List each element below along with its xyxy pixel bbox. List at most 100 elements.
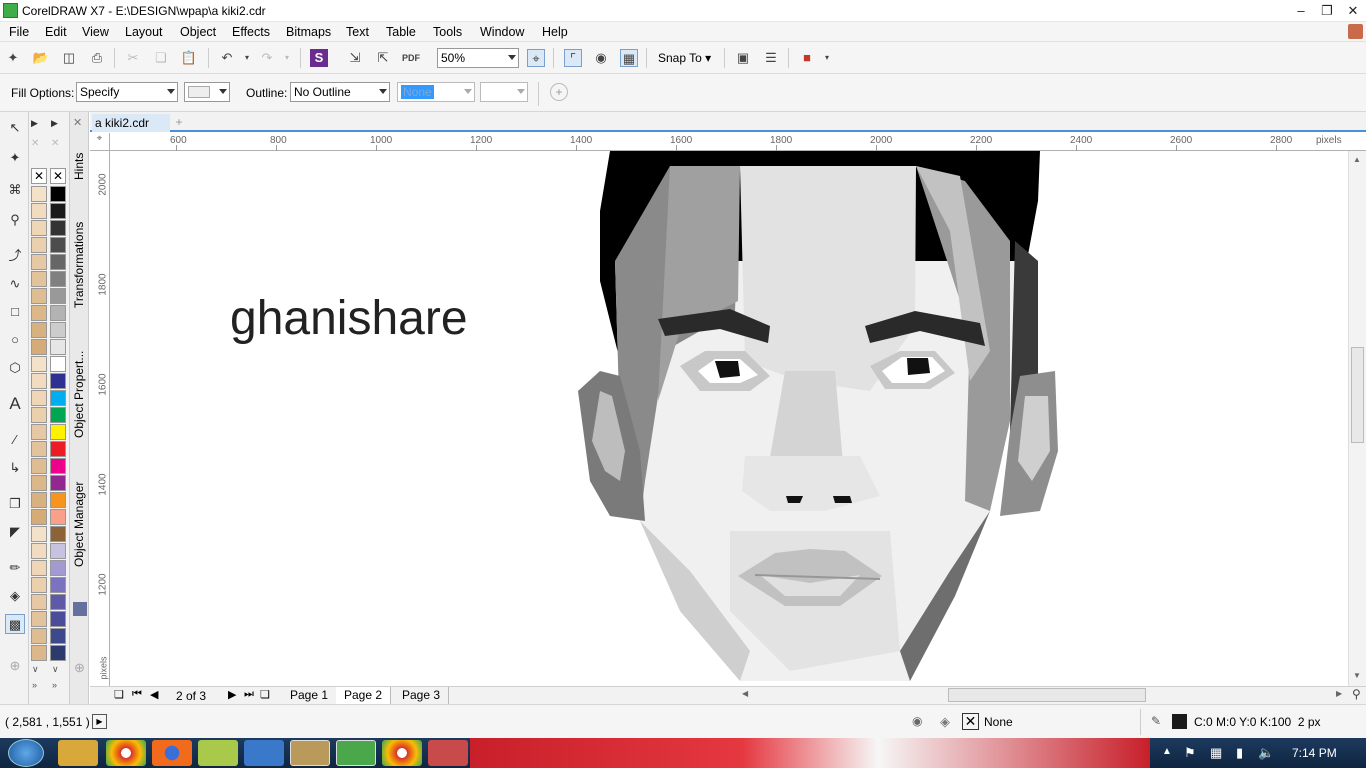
undo-icon[interactable]: ↶ xyxy=(218,49,236,67)
document-color-swatch[interactable] xyxy=(31,271,47,287)
vertical-scroll-thumb[interactable] xyxy=(1351,347,1364,443)
redo-dropdown-icon[interactable]: ▾ xyxy=(278,49,296,67)
status-arrow-icon[interactable]: ▶ xyxy=(92,714,107,729)
battery-icon[interactable]: ▮ xyxy=(1236,745,1243,761)
document-color-swatch[interactable] xyxy=(31,305,47,321)
corelconnect-icon[interactable]: S xyxy=(310,49,328,67)
document-color-swatch[interactable] xyxy=(31,543,47,559)
parallel-dimension-icon[interactable]: ∕ xyxy=(5,430,25,450)
close-button[interactable]: ✕ xyxy=(1340,2,1366,20)
page-tab-2-active[interactable]: Page 2 xyxy=(336,687,392,704)
palette-color-swatch[interactable] xyxy=(50,424,66,440)
document-color-swatch[interactable] xyxy=(31,424,47,440)
add-icon[interactable]: + xyxy=(550,83,568,101)
document-color-swatch[interactable] xyxy=(31,339,47,355)
eyedropper-icon[interactable]: ✕ xyxy=(51,138,59,149)
coreldraw-taskbar-icon[interactable] xyxy=(336,740,376,766)
menu-table[interactable]: Table xyxy=(386,25,416,39)
document-color-swatch[interactable] xyxy=(31,288,47,304)
color-eyedropper-icon[interactable]: ✏ xyxy=(5,558,25,578)
palette-color-swatch[interactable] xyxy=(50,373,66,389)
open-icon[interactable]: 📂 xyxy=(32,49,50,67)
palette-scroll-up-icon[interactable]: ▶ xyxy=(31,118,38,129)
outline-pen-icon[interactable]: ✎ xyxy=(1151,714,1161,728)
cut-icon[interactable]: ✂ xyxy=(124,49,142,67)
palette-expand-icon[interactable]: » xyxy=(32,680,37,690)
show-hidden-icons[interactable]: ▲ xyxy=(1162,746,1172,757)
palette-color-swatch[interactable] xyxy=(50,186,66,202)
undo-dropdown-icon[interactable]: ▾ xyxy=(238,49,256,67)
chrome-taskbar-icon-2[interactable] xyxy=(382,740,422,766)
outline-color-picker[interactable] xyxy=(480,82,528,102)
export-icon[interactable]: ⇱ xyxy=(374,49,392,67)
palette-color-swatch[interactable] xyxy=(50,611,66,627)
minimize-button[interactable]: – xyxy=(1288,2,1314,20)
document-color-swatch[interactable] xyxy=(31,458,47,474)
eyedropper-icon[interactable]: ✕ xyxy=(31,138,39,149)
document-color-swatch[interactable] xyxy=(31,560,47,576)
rulers-icon[interactable]: ⌜ xyxy=(564,49,582,67)
hscroll-right-icon[interactable]: ▶ xyxy=(1336,689,1342,698)
vertical-scrollbar[interactable]: ▲ ▼ xyxy=(1348,151,1366,686)
print-icon[interactable]: ⎙ xyxy=(88,49,106,67)
explorer-taskbar-icon[interactable] xyxy=(58,740,98,766)
ruler-origin[interactable]: ⌖ xyxy=(90,133,110,151)
document-color-swatch[interactable] xyxy=(31,356,47,372)
menu-effects[interactable]: Effects xyxy=(232,25,270,39)
add-docker-icon[interactable]: ⊕ xyxy=(74,660,85,676)
palette-scroll-down-icon[interactable]: ∨ xyxy=(32,664,39,675)
volume-icon[interactable]: 🔈 xyxy=(1258,745,1274,761)
page-tab-3[interactable]: Page 3 xyxy=(394,687,450,704)
document-color-swatch[interactable] xyxy=(31,390,47,406)
insert-page-before-icon[interactable]: ❏ xyxy=(114,688,124,701)
prev-page-icon[interactable]: ◀ xyxy=(150,688,158,701)
fill-color-picker[interactable] xyxy=(184,82,230,102)
palette-color-swatch[interactable] xyxy=(50,254,66,270)
pick-tool-icon[interactable]: ↖ xyxy=(5,118,25,138)
welcome-screen-icon[interactable]: ▣ xyxy=(734,49,752,67)
document-color-swatch[interactable] xyxy=(31,492,47,508)
scroll-down-icon[interactable]: ▼ xyxy=(1353,671,1361,680)
last-page-icon[interactable]: ⏭ xyxy=(244,688,254,701)
palette-color-swatch[interactable] xyxy=(50,203,66,219)
document-color-swatch[interactable] xyxy=(31,373,47,389)
palette-color-swatch[interactable] xyxy=(50,356,66,372)
palette-color-swatch[interactable] xyxy=(50,526,66,542)
menu-tools[interactable]: Tools xyxy=(433,25,462,39)
document-color-swatch[interactable] xyxy=(31,594,47,610)
docker-tab-object-properties[interactable]: Object Propert... xyxy=(72,351,86,438)
show-grid-icon[interactable]: ◉ xyxy=(592,49,610,67)
menu-view[interactable]: View xyxy=(82,25,109,39)
smart-fill-icon[interactable]: ▩ xyxy=(5,614,25,634)
polygon-tool-icon[interactable]: ⬡ xyxy=(5,358,25,378)
no-color-swatch[interactable]: ✕ xyxy=(31,168,47,184)
palette-color-swatch[interactable] xyxy=(50,339,66,355)
palette-scroll-up-icon[interactable]: ▶ xyxy=(51,118,58,129)
document-color-swatch[interactable] xyxy=(31,611,47,627)
doc-tab-active[interactable]: a kiki2.cdr xyxy=(92,114,170,132)
docker-tab-object-manager[interactable]: Object Manager xyxy=(72,482,86,567)
document-color-swatch[interactable] xyxy=(31,186,47,202)
palette-color-swatch[interactable] xyxy=(50,560,66,576)
palette-color-swatch[interactable] xyxy=(50,271,66,287)
drawing-canvas[interactable]: ghanishare xyxy=(110,151,1348,686)
document-color-swatch[interactable] xyxy=(31,645,47,661)
start-button-icon[interactable] xyxy=(8,739,44,767)
new-tab-icon[interactable]: + xyxy=(170,114,188,130)
document-color-swatch[interactable] xyxy=(31,203,47,219)
menu-help[interactable]: Help xyxy=(542,25,568,39)
palette-color-swatch[interactable] xyxy=(50,492,66,508)
palette-color-swatch[interactable] xyxy=(50,577,66,593)
menu-object[interactable]: Object xyxy=(180,25,216,39)
options-icon[interactable]: ☰ xyxy=(762,49,780,67)
system-clock[interactable]: 7:14 PM xyxy=(1292,746,1337,760)
snap-to-button[interactable]: Snap To ▾ xyxy=(658,51,711,65)
palette-color-swatch[interactable] xyxy=(50,237,66,253)
no-color-swatch[interactable]: ✕ xyxy=(50,168,66,184)
navigator-icon[interactable]: ⚲ xyxy=(1352,687,1361,701)
transparency-icon[interactable]: ◤ xyxy=(5,522,25,542)
import-icon[interactable]: ⇲ xyxy=(346,49,364,67)
docker-tab-transformations[interactable]: Transformations xyxy=(72,222,86,308)
chrome-taskbar-icon[interactable] xyxy=(106,740,146,766)
guidelines-icon[interactable]: ▦ xyxy=(620,49,638,67)
